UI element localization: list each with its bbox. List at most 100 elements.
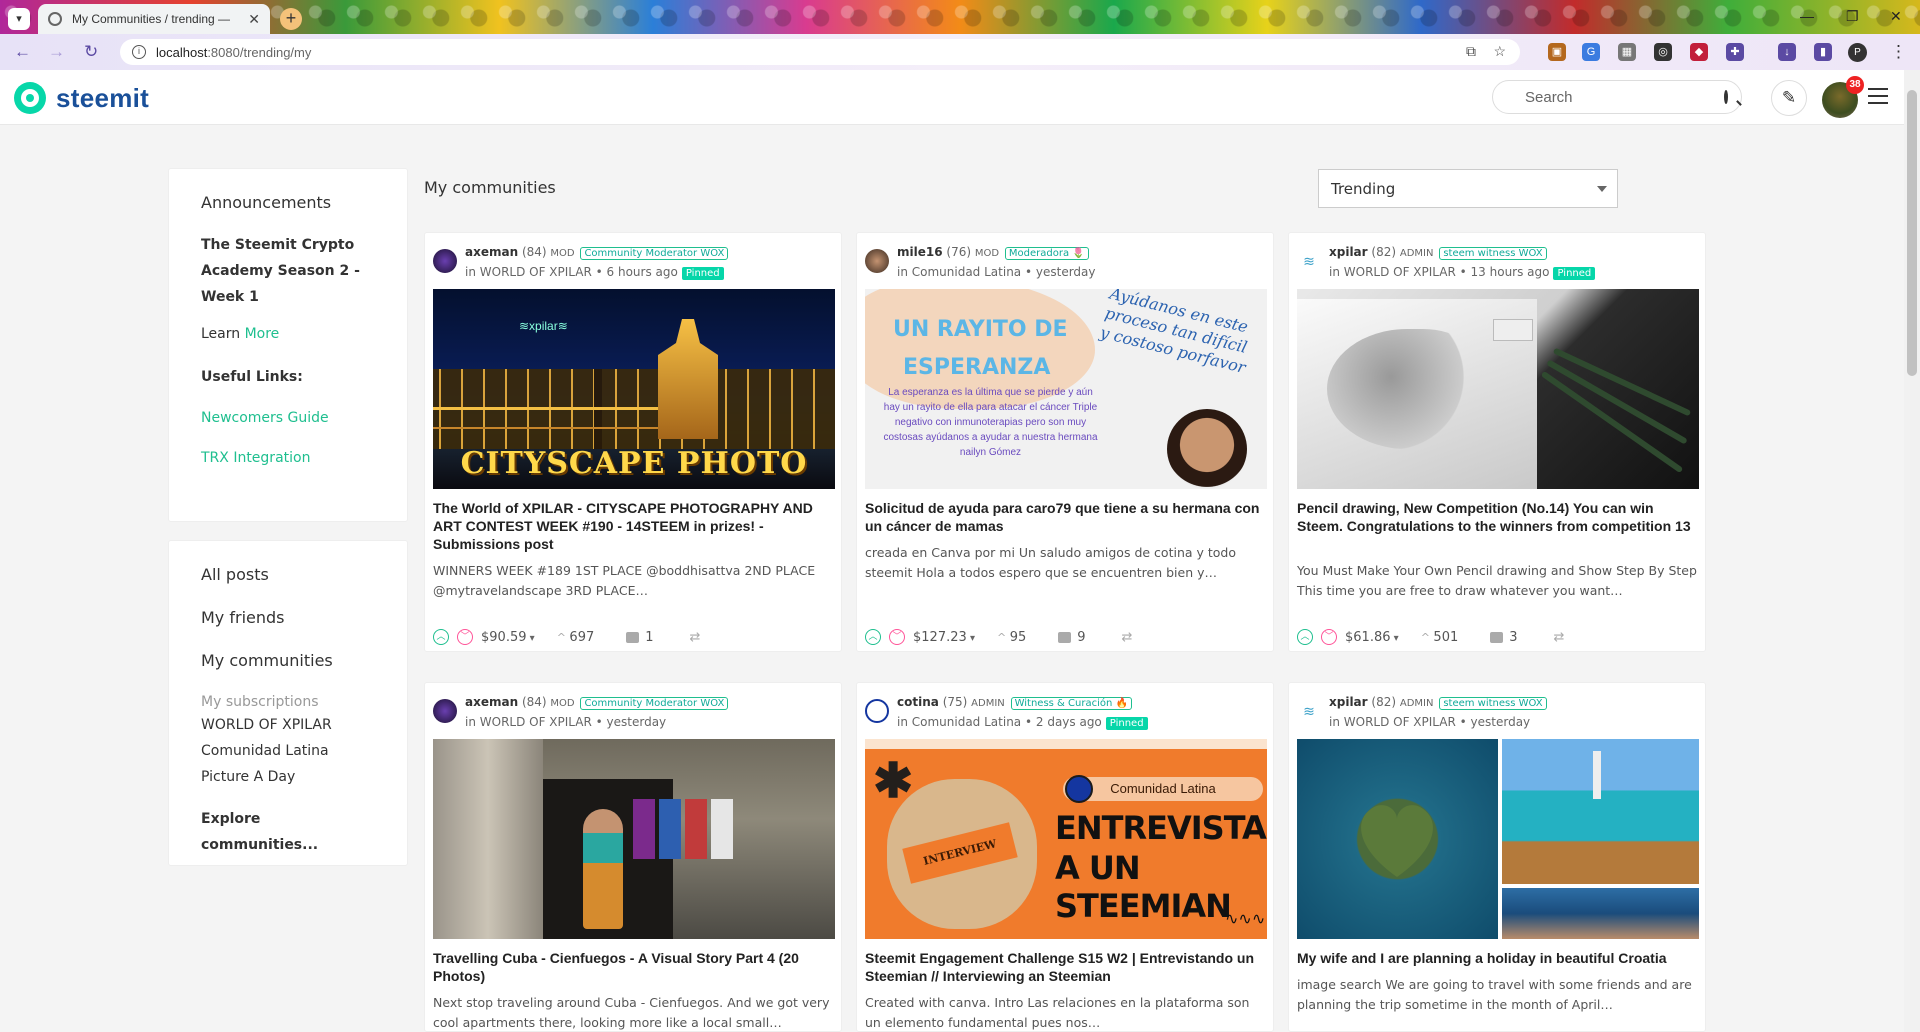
post-title[interactable]: Solicitud de ayuda para caro79 que tiene… (865, 499, 1269, 535)
post-card[interactable]: axeman (84) MOD Community Moderator WOX … (424, 682, 842, 1032)
post-card[interactable]: ≋ xpilar (82) ADMIN steem witness WOX in… (1288, 232, 1706, 652)
resteem-icon[interactable]: ⇄ (1122, 630, 1133, 645)
minimize-icon[interactable]: — (1800, 8, 1814, 24)
community-link[interactable]: in Comunidad Latina (897, 715, 1021, 729)
post-card[interactable]: ≋ xpilar (82) ADMIN steem witness WOX in… (1288, 682, 1706, 1032)
post-title[interactable]: Travelling Cuba - Cienfuegos - A Visual … (433, 949, 837, 985)
back-icon[interactable]: ← (14, 42, 31, 62)
comment-count[interactable]: 9 (1077, 630, 1085, 645)
vote-count[interactable]: 95 (997, 630, 1027, 645)
post-excerpt[interactable]: Next stop traveling around Cuba - Cienfu… (433, 993, 837, 1031)
subscription-comunidad-latina[interactable]: Comunidad Latina (201, 738, 375, 764)
author-name[interactable]: xpilar (1329, 695, 1368, 709)
post-thumbnail[interactable]: UN RAYITO DE ESPERANZA Ayúdanos en este … (865, 289, 1267, 489)
author-avatar[interactable] (433, 699, 457, 723)
upvote-icon[interactable]: ︿ (865, 629, 881, 645)
author-avatar[interactable] (865, 249, 889, 273)
post-title[interactable]: My wife and I are planning a holiday in … (1297, 949, 1701, 967)
comment-icon[interactable] (626, 631, 640, 643)
tab-search-button[interactable]: ▾ (8, 8, 30, 30)
hamburger-menu-icon[interactable] (1868, 88, 1888, 104)
nav-my-communities[interactable]: My communities (201, 651, 375, 670)
close-window-icon[interactable]: ✕ (1890, 8, 1902, 25)
shield-icon[interactable]: ◆ (1690, 43, 1708, 61)
bookmark-star-icon[interactable]: ☆ (1493, 43, 1506, 60)
browser-menu-icon[interactable]: ⋮ (1890, 42, 1907, 62)
close-tab-icon[interactable]: ✕ (248, 11, 260, 28)
post-thumbnail[interactable] (433, 739, 835, 939)
newcomers-guide-link[interactable]: Newcomers Guide (201, 410, 375, 426)
payout-value[interactable]: $127.23 (913, 630, 975, 645)
post-thumbnail[interactable] (1297, 739, 1699, 939)
post-excerpt[interactable]: image search We are going to travel with… (1297, 975, 1701, 1015)
steemit-logo[interactable]: steemit (14, 82, 149, 114)
translate-icon[interactable]: G (1582, 43, 1600, 61)
profile-avatar[interactable]: P (1848, 43, 1867, 62)
author-name[interactable]: xpilar (1329, 245, 1368, 259)
extension-icon-1[interactable]: ▣ (1548, 43, 1566, 61)
site-info-icon[interactable]: i (132, 45, 146, 59)
nav-all-posts[interactable]: All posts (201, 565, 375, 584)
extension-icon-2[interactable]: ◎ (1654, 43, 1672, 61)
new-tab-button[interactable]: + (280, 8, 302, 30)
community-link[interactable]: in WORLD OF XPILAR (1329, 715, 1456, 729)
author-avatar[interactable]: ≋ (1297, 249, 1321, 273)
downvote-icon[interactable]: ﹀ (457, 629, 473, 645)
upvote-icon[interactable]: ︿ (433, 629, 449, 645)
qr-icon[interactable]: ▦ (1618, 43, 1636, 61)
sort-dropdown[interactable]: Trending (1318, 169, 1618, 208)
payout-value[interactable]: $90.59 (481, 630, 535, 645)
author-avatar[interactable] (433, 249, 457, 273)
reload-icon[interactable]: ↻ (84, 42, 98, 62)
search-box[interactable] (1492, 80, 1742, 114)
post-excerpt[interactable]: WINNERS WEEK #189 1ST PLACE @boddhisattv… (433, 561, 837, 601)
post-card[interactable]: cotina (75) ADMIN Witness & Curación 🔥 i… (856, 682, 1274, 1032)
post-thumbnail[interactable]: ✱ INTERVIEW Comunidad Latina ENTREVISTAN… (865, 739, 1267, 939)
post-excerpt[interactable]: Created with canva. Intro Las relaciones… (865, 993, 1269, 1031)
subscription-world-of-xpilar[interactable]: WORLD OF XPILAR (201, 712, 375, 738)
post-title[interactable]: Pencil drawing, New Competition (No.14) … (1297, 499, 1701, 535)
community-link[interactable]: in WORLD OF XPILAR (1329, 265, 1456, 279)
comment-count[interactable]: 1 (645, 630, 653, 645)
post-card[interactable]: mile16 (76) MOD Moderadora 🌷 in Comunida… (856, 232, 1274, 652)
create-post-button[interactable]: ✎ (1771, 80, 1807, 116)
post-thumbnail[interactable] (1297, 289, 1699, 489)
learn-more-link[interactable]: More (245, 326, 280, 342)
search-icon[interactable] (1724, 90, 1728, 104)
browser-tab-active[interactable]: My Communities / trending — ✕ (38, 4, 270, 34)
community-link[interactable]: in Comunidad Latina (897, 265, 1021, 279)
upvote-icon[interactable]: ︿ (1297, 629, 1313, 645)
downvote-icon[interactable]: ﹀ (1321, 629, 1337, 645)
author-avatar[interactable] (865, 699, 889, 723)
resteem-icon[interactable]: ⇄ (1554, 630, 1565, 645)
install-app-icon[interactable]: ⧉ (1466, 43, 1476, 60)
downvote-icon[interactable]: ﹀ (889, 629, 905, 645)
address-bar[interactable]: i localhost:8080/trending/my ☆ ⧉ (120, 39, 1520, 65)
vote-count[interactable]: 501 (1421, 630, 1458, 645)
download-icon[interactable]: ↓ (1778, 43, 1796, 61)
maximize-icon[interactable]: ❐ (1846, 8, 1859, 25)
community-link[interactable]: in WORLD OF XPILAR (465, 265, 592, 279)
post-title[interactable]: Steemit Engagement Challenge S15 W2 | En… (865, 949, 1269, 985)
community-link[interactable]: in WORLD OF XPILAR (465, 715, 592, 729)
author-name[interactable]: mile16 (897, 245, 943, 259)
url-text[interactable]: localhost:8080/trending/my (156, 45, 311, 60)
announcement-link[interactable]: The Steemit Crypto Academy Season 2 - We… (201, 232, 375, 310)
author-name[interactable]: cotina (897, 695, 939, 709)
post-title[interactable]: The World of XPILAR - CITYSCAPE PHOTOGRA… (433, 499, 837, 553)
payout-value[interactable]: $61.86 (1345, 630, 1399, 645)
post-excerpt[interactable]: You Must Make Your Own Pencil drawing an… (1297, 561, 1701, 601)
trx-integration-link[interactable]: TRX Integration (201, 450, 375, 466)
resteem-icon[interactable]: ⇄ (690, 630, 701, 645)
post-card[interactable]: axeman (84) MOD Community Moderator WOX … (424, 232, 842, 652)
post-excerpt[interactable]: creada en Canva por mi Un saludo amigos … (865, 543, 1269, 583)
subscription-picture-a-day[interactable]: Picture A Day (201, 764, 375, 790)
author-name[interactable]: axeman (465, 695, 518, 709)
comment-count[interactable]: 3 (1509, 630, 1517, 645)
explore-communities-link[interactable]: Explore communities... (201, 806, 375, 858)
comment-icon[interactable] (1058, 631, 1072, 643)
post-thumbnail[interactable]: ≋xpilar≋ CITYSCAPE PHOTO (433, 289, 835, 489)
side-panel-icon[interactable]: ▮ (1814, 43, 1832, 61)
nav-my-friends[interactable]: My friends (201, 608, 375, 627)
extensions-puzzle-icon[interactable]: ✚ (1726, 43, 1744, 61)
